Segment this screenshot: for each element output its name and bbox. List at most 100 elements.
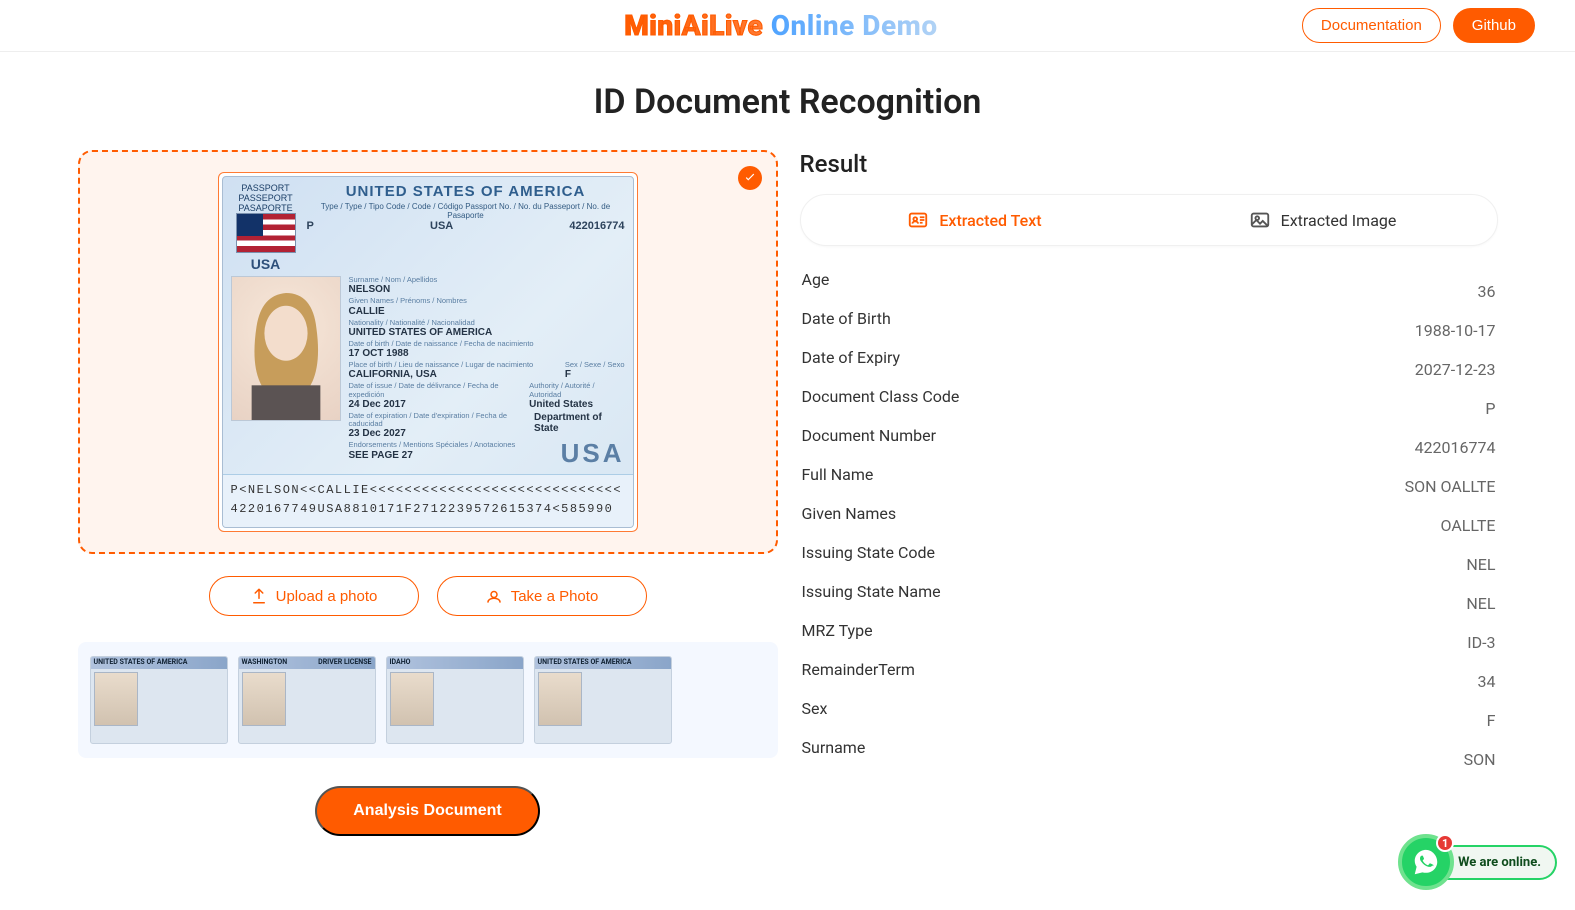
result-field-value: NEL xyxy=(1466,555,1495,574)
thumbnail-2[interactable]: WASHINGTON DRIVER LICENSE xyxy=(238,656,376,744)
result-field-key: Date of Birth xyxy=(802,309,891,328)
result-field: Issuing State Code NEL xyxy=(800,539,1498,578)
left-column: PASSPORT PASSEPORT PASAPORTE USA UNITED … xyxy=(78,150,778,836)
result-field: Given Names OALLTE xyxy=(800,500,1498,539)
passport-usa-seal: USA xyxy=(561,439,625,468)
result-field-value: 34 xyxy=(1478,672,1496,691)
passport-dob-label: Date of birth / Date de naissance / Fech… xyxy=(349,340,625,348)
thumbnail-1[interactable]: UNITED STATES OF AMERICA xyxy=(90,656,228,744)
result-field: Date of Expiry2027-12-23 xyxy=(800,344,1498,383)
passport-number: 422016774 xyxy=(569,220,624,232)
logo-area: MiniAiLive Online Demo xyxy=(260,9,1302,42)
thumb2-title-a: WASHINGTON xyxy=(242,658,288,668)
result-field-value: ID-3 xyxy=(1467,633,1495,652)
passport-photo xyxy=(231,276,341,421)
upload-photo-label: Upload a photo xyxy=(276,588,378,605)
check-icon xyxy=(738,166,762,190)
result-field: Date of Birth 1988-10-17 xyxy=(800,305,1498,344)
result-field-key: Document Class Code xyxy=(802,387,960,406)
passport-surname: NELSON xyxy=(349,284,625,295)
sample-thumbnails: UNITED STATES OF AMERICA WASHINGTON DRIVE… xyxy=(78,642,778,758)
passport-auth2: Department of State xyxy=(534,412,624,440)
result-field-key: Document Number xyxy=(802,426,937,445)
passport-mrz: P<NELSON<<CALLIE<<<<<<<<<<<<<<<<<<<<<<<<… xyxy=(223,474,633,527)
tab-extracted-image-label: Extracted Image xyxy=(1281,211,1397,230)
result-field-value: 1988-10-17 xyxy=(1415,321,1496,340)
passport-label-passport: PASSPORT xyxy=(241,183,289,193)
result-field: Document Number 422016774 xyxy=(800,422,1498,461)
whatsapp-icon[interactable]: 1 xyxy=(1398,834,1454,890)
upload-zone[interactable]: PASSPORT PASSEPORT PASAPORTE USA UNITED … xyxy=(78,150,778,554)
thumbnail-3[interactable]: IDAHO xyxy=(386,656,524,744)
passport-sex: F xyxy=(565,369,625,380)
passport-code: USA xyxy=(430,220,453,232)
page-title: ID Document Recognition xyxy=(20,82,1555,122)
header-actions: Documentation Github xyxy=(1302,8,1535,43)
result-field: Surname SON xyxy=(800,734,1498,773)
result-field-key: Issuing State Name xyxy=(802,582,941,601)
passport-label-passeport: PASSEPORT xyxy=(238,193,292,203)
result-field-key: RemainderTerm xyxy=(802,660,915,679)
result-field-value: NEL xyxy=(1466,594,1495,613)
tab-extracted-image[interactable]: Extracted Image xyxy=(1149,195,1497,245)
result-field-key: Given Names xyxy=(802,504,897,523)
result-field: Sex F xyxy=(800,695,1498,734)
passport-mrz-line2: 4220167749USA8810171F2712239572615374<58… xyxy=(231,500,625,519)
result-field-value: SON xyxy=(1464,750,1496,769)
camera-icon xyxy=(485,587,503,605)
result-field: Age36 xyxy=(800,266,1498,305)
result-field-value: 36 xyxy=(1478,282,1496,301)
passport-flag: PASSPORT PASSEPORT PASAPORTE USA xyxy=(231,183,301,272)
passport-doi-label: Date of issue / Date de délivrance / Fec… xyxy=(349,382,530,399)
take-photo-label: Take a Photo xyxy=(511,588,599,605)
github-button[interactable]: Github xyxy=(1453,8,1535,43)
passport-mrz-line1: P<NELSON<<CALLIE<<<<<<<<<<<<<<<<<<<<<<<<… xyxy=(231,481,625,500)
thumb4-title: UNITED STATES OF AMERICA xyxy=(538,658,632,668)
passport-nat-label: Nationality / Nationalité / Nacionalidad xyxy=(349,319,625,327)
thumb2-title-b: DRIVER LICENSE xyxy=(318,658,371,668)
logo-text-a: MiniAiLive xyxy=(624,9,763,42)
thumb3-title: IDAHO xyxy=(390,658,411,668)
passport-given: CALLIE xyxy=(349,306,625,317)
right-column: Result Extracted Text Extracted Image Ag… xyxy=(800,150,1498,773)
passport-pob-label: Place of birth / Lieu de naissance / Lug… xyxy=(349,361,534,369)
passport-label-pasaporte: PASAPORTE xyxy=(238,203,292,213)
whatsapp-badge: 1 xyxy=(1436,834,1454,852)
passport-doi: 24 Dec 2017 xyxy=(349,399,530,410)
result-field-key: Sex xyxy=(802,699,828,718)
upload-photo-button[interactable]: Upload a photo xyxy=(209,576,419,616)
thumbnail-4[interactable]: UNITED STATES OF AMERICA xyxy=(534,656,672,744)
upload-icon xyxy=(250,587,268,605)
take-photo-button[interactable]: Take a Photo xyxy=(437,576,647,616)
passport-end-label: Endorsements / Mentions Spéciales / Anot… xyxy=(349,441,516,449)
result-field-value: 422016774 xyxy=(1415,438,1496,457)
result-field-value: 2027-12-23 xyxy=(1415,360,1496,379)
result-field: MRZ TypeID-3 xyxy=(800,617,1498,656)
result-field-value: P xyxy=(1485,399,1495,418)
result-field-value: OALLTE xyxy=(1440,516,1495,535)
result-field-key: Issuing State Code xyxy=(802,543,936,562)
passport-end: SEE PAGE 27 xyxy=(349,450,516,461)
result-title: Result xyxy=(800,150,1498,178)
thumb1-title: UNITED STATES OF AMERICA xyxy=(94,658,188,668)
passport-usa-badge: USA xyxy=(251,256,281,272)
passport-given-label: Given Names / Prénoms / Nombres xyxy=(349,297,625,305)
us-flag-icon xyxy=(236,213,296,253)
passport-pob: CALIFORNIA, USA xyxy=(349,369,534,380)
documentation-button[interactable]: Documentation xyxy=(1302,8,1441,43)
passport-surname-label: Surname / Nom / Apellidos xyxy=(349,276,625,284)
id-card-icon xyxy=(907,209,929,231)
result-field: Full NameSON OALLTE xyxy=(800,461,1498,500)
passport-preview: PASSPORT PASSEPORT PASAPORTE USA UNITED … xyxy=(218,172,638,532)
logo-text-b: Online Demo xyxy=(771,9,938,42)
result-field: Document Class Code P xyxy=(800,383,1498,422)
tab-extracted-text[interactable]: Extracted Text xyxy=(801,195,1149,245)
result-field: Issuing State Name NEL xyxy=(800,578,1498,617)
whatsapp-widget[interactable]: 1 We are online. xyxy=(1398,834,1557,890)
analyze-document-button[interactable]: Analysis Document xyxy=(315,786,539,836)
result-field-key: Surname xyxy=(802,738,866,757)
result-field-value: F xyxy=(1487,711,1496,730)
result-tabs: Extracted Text Extracted Image xyxy=(800,194,1498,246)
result-fields: Age36 Date of Birth 1988-10-17 Date of Expi… xyxy=(800,266,1498,773)
logo: MiniAiLive Online Demo xyxy=(624,9,937,42)
